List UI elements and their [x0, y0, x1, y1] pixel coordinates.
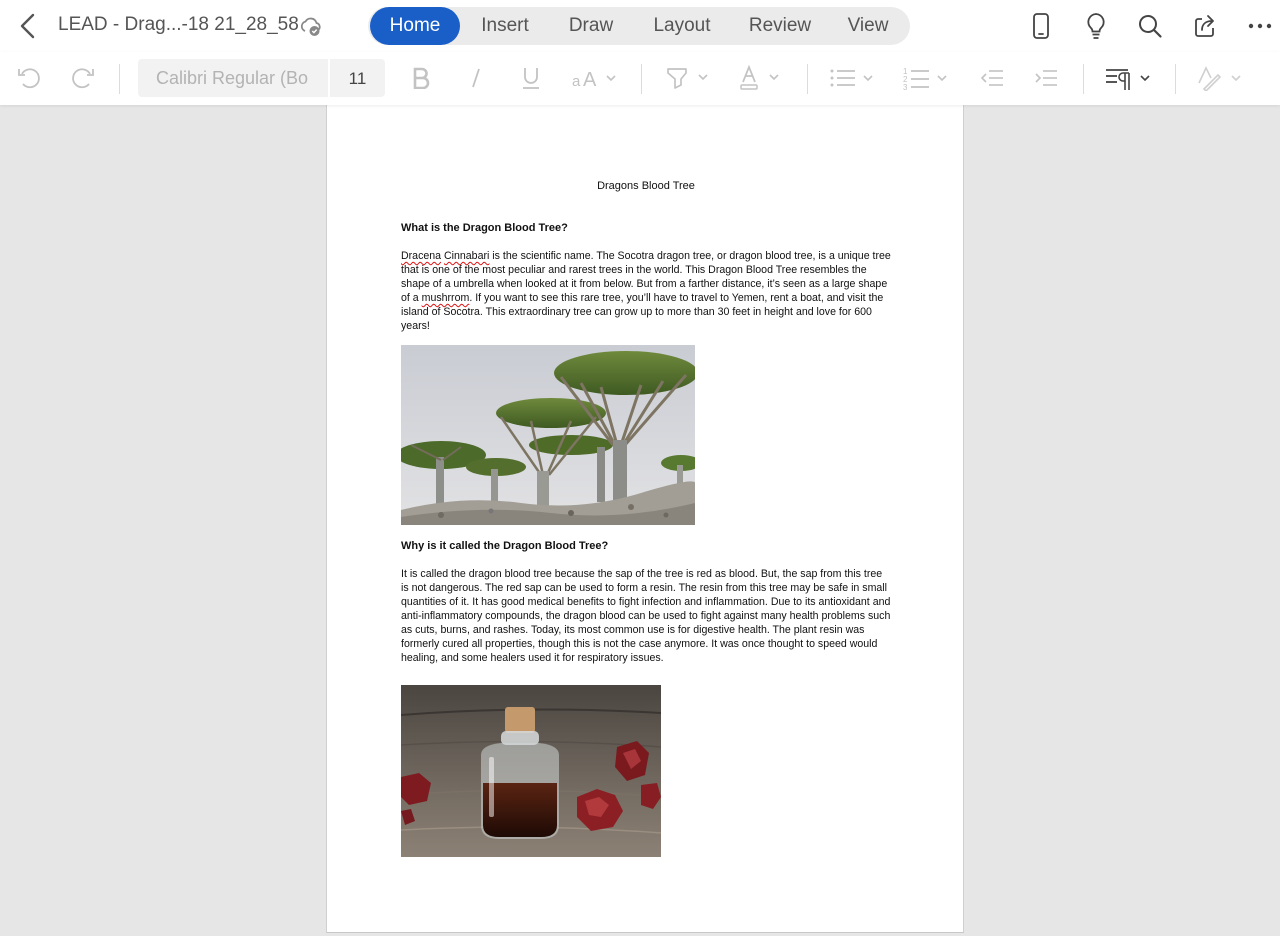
font-name-field[interactable]: Calibri Regular (Bo [138, 59, 328, 97]
home-ribbon: Calibri Regular (Bo 11 aA 123 [0, 52, 1280, 105]
ribbon-separator [1175, 64, 1176, 94]
tab-draw[interactable]: Draw [550, 7, 632, 45]
font-size-change-icon: aA [572, 69, 616, 90]
font-color-icon [740, 65, 779, 90]
ribbon-separator [1083, 64, 1084, 94]
redo-icon [72, 68, 94, 89]
decrease-indent-button[interactable] [978, 62, 1006, 94]
document-page[interactable]: Dragons Blood Tree What is the Dragon Bl… [326, 105, 964, 933]
underline-icon [523, 68, 539, 89]
ribbon-separator [119, 64, 120, 94]
undo-icon [18, 68, 40, 89]
search-button[interactable] [1134, 10, 1166, 42]
ribbon-tab-bar: Home Insert Draw Layout Review View [368, 7, 910, 45]
increase-indent-icon [1035, 70, 1057, 86]
misspelled-word[interactable]: Cinnabari [444, 250, 489, 262]
svg-text:A: A [583, 69, 597, 90]
save-status-button[interactable] [298, 13, 324, 39]
highlighter-icon [667, 68, 708, 89]
undo-button[interactable] [14, 62, 44, 94]
more-icon [1248, 23, 1272, 29]
paragraph-intro[interactable]: Dracena Cinnabari is the scientific name… [401, 249, 891, 333]
lightbulb-icon [1087, 13, 1105, 39]
mobile-view-button[interactable] [1025, 10, 1057, 42]
more-options-button[interactable] [1244, 10, 1276, 42]
increase-indent-button[interactable] [1032, 62, 1060, 94]
section-heading[interactable]: What is the Dragon Blood Tree? [401, 222, 568, 234]
tab-insert[interactable]: Insert [460, 7, 550, 45]
phone-view-icon [1033, 13, 1049, 39]
ideas-button[interactable] [1080, 10, 1112, 42]
decrease-indent-icon [980, 70, 1003, 86]
ribbon-separator [807, 64, 808, 94]
share-icon [1195, 15, 1214, 37]
back-chevron-icon [20, 13, 35, 39]
highlight-button[interactable] [664, 62, 714, 94]
italic-button[interactable] [461, 62, 491, 94]
numbered-list-button[interactable]: 123 [902, 62, 952, 94]
document-title[interactable]: LEAD - Drag...-18 21_28_58 [58, 14, 299, 36]
numbered-list-icon: 123 [903, 67, 947, 91]
font-size-field[interactable]: 11 [330, 59, 385, 97]
paragraph-sap[interactable]: It is called the dragon blood tree becau… [401, 567, 891, 665]
font-size-change-button[interactable]: aA [570, 62, 620, 94]
bullet-list-icon [830, 69, 873, 87]
styles-button[interactable] [1196, 62, 1246, 94]
italic-icon [472, 68, 480, 88]
document-heading[interactable]: Dragons Blood Tree [327, 180, 965, 192]
ribbon-separator [641, 64, 642, 94]
styles-icon [1198, 66, 1241, 91]
underline-button[interactable] [516, 62, 546, 94]
paragraph-marks-icon [1106, 69, 1150, 90]
resin-bottle-photo[interactable] [401, 685, 661, 857]
search-icon [1139, 15, 1162, 38]
share-button[interactable] [1190, 10, 1222, 42]
font-color-button[interactable] [738, 62, 788, 94]
misspelled-word[interactable]: mushrrom [422, 292, 470, 304]
paragraph-text: . If you want to see this rare tree, you… [401, 292, 884, 332]
bold-button[interactable] [406, 62, 436, 94]
tab-home[interactable]: Home [370, 7, 460, 45]
tab-layout[interactable]: Layout [632, 7, 732, 45]
dragon-blood-trees-photo[interactable] [401, 345, 695, 525]
redo-button[interactable] [68, 62, 98, 94]
tab-view[interactable]: View [828, 7, 908, 45]
paragraph-marks-button[interactable] [1104, 62, 1154, 94]
tab-review[interactable]: Review [732, 7, 828, 45]
cloud-saved-icon [300, 17, 321, 36]
section-heading[interactable]: Why is it called the Dragon Blood Tree? [401, 540, 608, 552]
misspelled-word[interactable]: Dracena [401, 250, 441, 262]
back-button[interactable] [12, 10, 44, 42]
svg-text:a: a [572, 73, 581, 90]
title-bar: LEAD - Drag...-18 21_28_58 Home Insert D… [0, 0, 1280, 52]
svg-text:3: 3 [903, 83, 908, 91]
bullet-list-button[interactable] [828, 62, 878, 94]
bold-icon [413, 67, 430, 89]
